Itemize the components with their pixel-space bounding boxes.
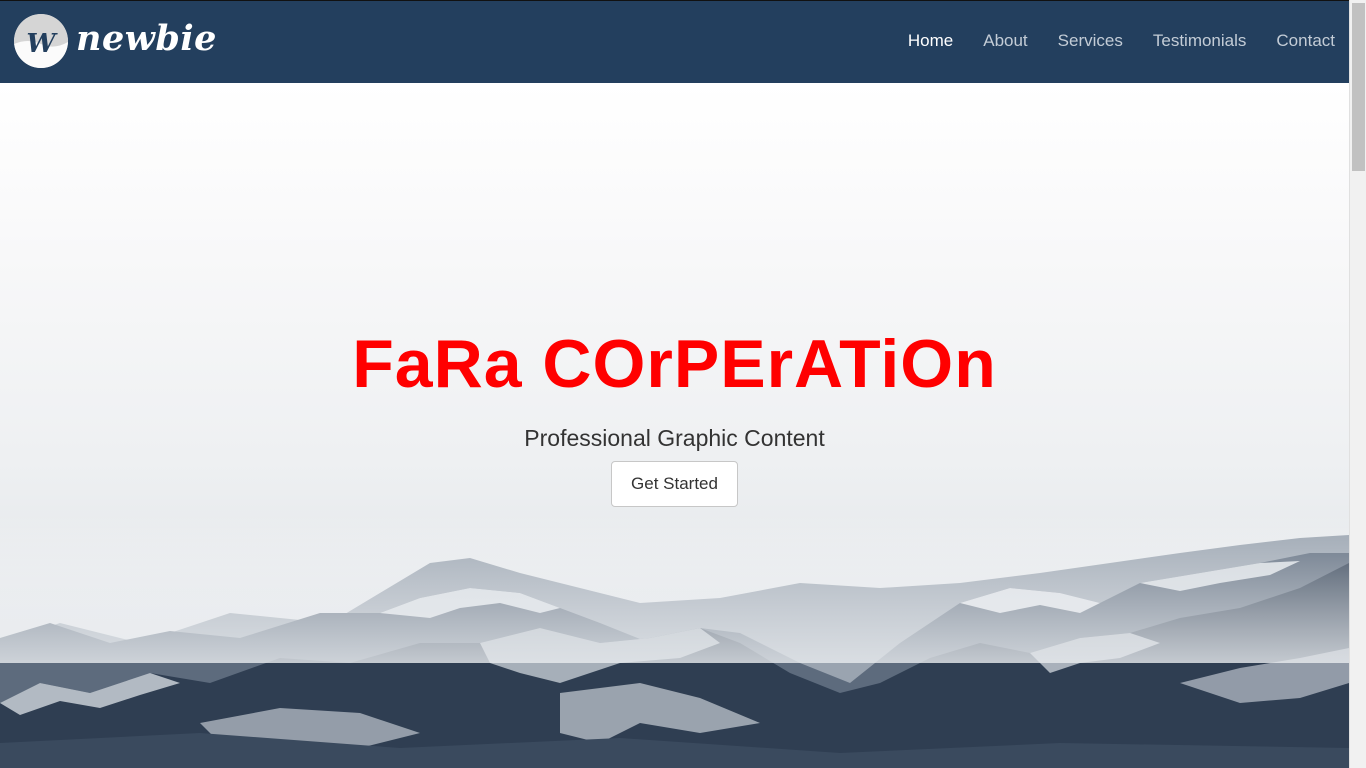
hero-section: FaRa COrPErATiOn Professional Graphic Co… xyxy=(0,83,1349,768)
get-started-button[interactable]: Get Started xyxy=(611,461,738,507)
brand-logo[interactable]: W newbie xyxy=(14,14,217,70)
nav-about[interactable]: About xyxy=(983,31,1027,51)
hero-subtitle: Professional Graphic Content xyxy=(524,425,825,451)
brand-name: newbie xyxy=(76,18,217,59)
logo-badge-icon: W xyxy=(14,14,68,68)
nav-home[interactable]: Home xyxy=(908,31,953,51)
hero-title: FaRa COrPErATiOn xyxy=(352,326,997,402)
scrollbar-thumb[interactable] xyxy=(1352,3,1365,171)
page-scrollbar[interactable] xyxy=(1349,0,1366,768)
nav-testimonials[interactable]: Testimonials xyxy=(1153,31,1247,51)
nav-services[interactable]: Services xyxy=(1058,31,1123,51)
svg-text:W: W xyxy=(26,29,58,59)
navbar: W newbie Home About Services Testimonial… xyxy=(0,0,1349,83)
nav-contact[interactable]: Contact xyxy=(1276,31,1335,51)
nav-menu: Home About Services Testimonials Contact xyxy=(878,1,1335,81)
